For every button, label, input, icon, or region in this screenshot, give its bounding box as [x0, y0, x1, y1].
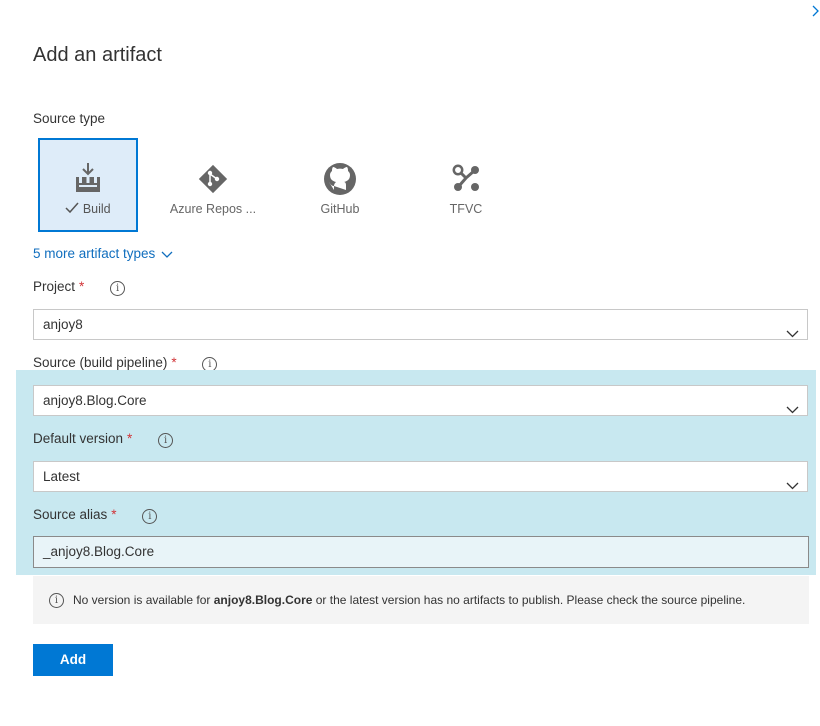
expand-chevron-icon[interactable]: [812, 4, 820, 20]
source-type-label: Source type: [33, 111, 106, 126]
tile-github-label: GitHub: [320, 202, 360, 216]
source-alias-label: Source alias * i: [33, 507, 158, 524]
tile-build-label: Build: [40, 202, 136, 217]
chevron-down-icon: [786, 471, 799, 500]
more-artifact-types-link[interactable]: 5 more artifact types: [33, 246, 173, 262]
info-icon: i: [49, 593, 64, 608]
tile-github[interactable]: GitHub: [290, 138, 390, 232]
default-version-label: Default version * i: [33, 431, 174, 448]
tile-azure-repos-label: Azure Repos ...: [169, 202, 257, 216]
git-diamond-icon: [163, 162, 263, 196]
project-label: Project * i: [33, 279, 126, 296]
build-pipeline-icon: [40, 162, 136, 196]
check-icon: [65, 202, 79, 217]
info-message-bar: i No version is available for anjoy8.Blo…: [33, 576, 809, 624]
source-pipeline-dropdown[interactable]: anjoy8.Blog.Core: [33, 385, 808, 416]
tfvc-icon: [416, 162, 516, 196]
info-icon[interactable]: i: [158, 433, 174, 448]
info-icon[interactable]: i: [142, 509, 158, 524]
source-alias-input[interactable]: _anjoy8.Blog.Core: [33, 536, 809, 568]
default-version-dropdown[interactable]: Latest: [33, 461, 808, 492]
chevron-down-icon: [161, 247, 173, 262]
tile-azure-repos[interactable]: Azure Repos ...: [163, 138, 263, 232]
info-icon[interactable]: i: [110, 281, 126, 296]
tile-tfvc-label: TFVC: [449, 202, 483, 216]
tile-tfvc[interactable]: TFVC: [416, 138, 516, 232]
project-dropdown[interactable]: anjoy8: [33, 309, 808, 340]
github-icon: [290, 162, 390, 196]
tile-build[interactable]: Build: [38, 138, 138, 232]
chevron-down-icon: [786, 395, 799, 424]
add-button[interactable]: Add: [33, 644, 113, 676]
chevron-down-icon: [786, 319, 799, 348]
panel-title: Add an artifact: [33, 44, 162, 66]
